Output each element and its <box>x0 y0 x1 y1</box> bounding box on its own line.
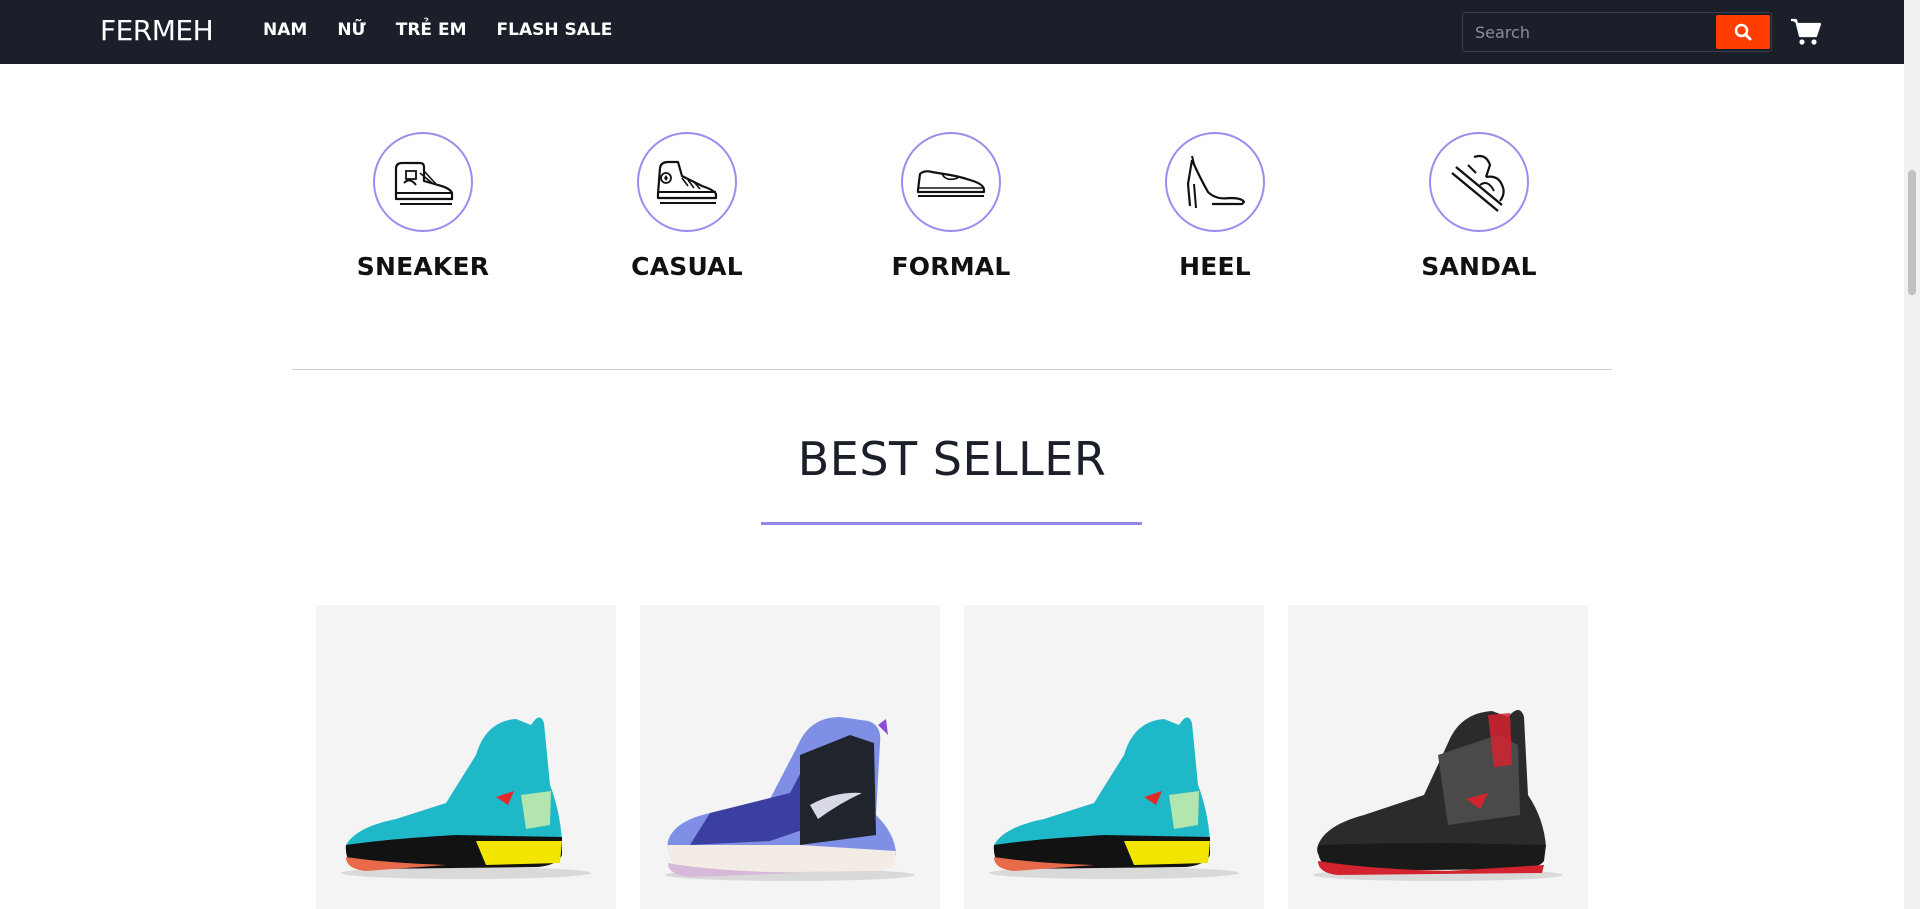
section-title: BEST SELLER <box>797 432 1107 486</box>
category-label: CASUAL <box>631 252 743 281</box>
formal-shoe-icon <box>916 170 986 197</box>
page-scrollbar[interactable] <box>1904 0 1920 909</box>
title-underline <box>761 522 1142 525</box>
search-icon <box>1734 23 1752 41</box>
product-card[interactable] <box>964 605 1264 909</box>
top-navbar: FERMEH NAM NỮ TRẺ EM FLASH SALE <box>0 0 1904 64</box>
sneaker-icon <box>394 161 454 205</box>
category-circle <box>1429 132 1529 232</box>
category-circle <box>901 132 1001 232</box>
category-label: FORMAL <box>891 252 1011 281</box>
nav-item-tre-em[interactable]: TRẺ EM <box>396 20 467 40</box>
casual-shoe-icon <box>656 160 718 204</box>
product-card[interactable] <box>1288 605 1588 909</box>
category-sneaker[interactable]: SNEAKER <box>348 132 498 281</box>
section-divider <box>292 369 1612 370</box>
category-circle <box>637 132 737 232</box>
product-image <box>1313 710 1563 881</box>
search-button[interactable] <box>1716 15 1770 49</box>
cart-icon <box>1791 18 1822 45</box>
main-nav: NAM NỮ TRẺ EM FLASH SALE <box>263 20 612 40</box>
product-card[interactable] <box>316 605 616 909</box>
search-input[interactable] <box>1463 13 1717 51</box>
cart-button[interactable] <box>1790 17 1822 47</box>
category-label: SANDAL <box>1421 252 1537 281</box>
category-formal[interactable]: FORMAL <box>876 132 1026 281</box>
product-image <box>341 717 591 879</box>
category-casual[interactable]: CASUAL <box>612 132 762 281</box>
nav-item-flash-sale[interactable]: FLASH SALE <box>497 20 613 40</box>
category-label: SNEAKER <box>356 252 490 281</box>
category-list: SNEAKER CASUAL FORMAL HEEL SANDAL <box>292 132 1612 292</box>
category-heel[interactable]: HEEL <box>1140 132 1290 281</box>
category-circle <box>373 132 473 232</box>
heel-icon <box>1186 155 1246 209</box>
category-label: HEEL <box>1179 252 1251 281</box>
sandal-icon <box>1451 154 1505 212</box>
nav-item-nam[interactable]: NAM <box>263 20 307 40</box>
search-box <box>1462 12 1772 52</box>
category-sandal[interactable]: SANDAL <box>1404 132 1554 281</box>
product-card[interactable] <box>640 605 940 909</box>
scrollbar-thumb[interactable] <box>1908 170 1916 295</box>
product-image <box>989 717 1239 879</box>
brand-logo[interactable]: FERMEH <box>100 14 214 47</box>
category-circle <box>1165 132 1265 232</box>
product-image <box>665 717 915 881</box>
nav-item-nu[interactable]: NỮ <box>337 20 365 40</box>
